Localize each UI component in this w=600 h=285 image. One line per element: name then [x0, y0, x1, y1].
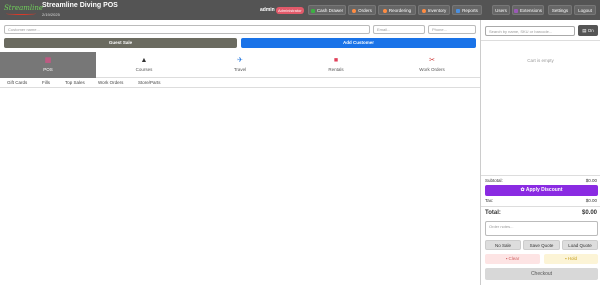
hold-label: Hold [567, 256, 578, 261]
category-tabs: ▦ POS ▲ Courses ✈ Travel ■ Rentals ✂ Wor… [0, 52, 480, 78]
logo: Streamline [4, 3, 43, 17]
settings-button[interactable]: Settings [548, 5, 572, 15]
orders-icon [352, 8, 357, 13]
tab-rentals[interactable]: ■ Rentals [288, 52, 384, 78]
subtab-top-sales[interactable]: Top Sales [65, 80, 85, 85]
divider [481, 206, 600, 207]
extensions-icon [513, 8, 518, 13]
cash-drawer-icon [310, 8, 315, 13]
apply-discount-button[interactable]: ✿ Apply Discount [485, 185, 598, 196]
top-header: Streamline Streamline Diving POS 2/19/20… [0, 0, 600, 20]
order-notes-input[interactable]: Order notes... [485, 221, 598, 236]
reports-icon [456, 8, 461, 13]
users-button[interactable]: Users [492, 5, 510, 15]
logo-text: Streamline [4, 4, 44, 12]
inventory-button[interactable]: Inventory [418, 5, 450, 15]
load-quote-button[interactable]: Load Quote [562, 240, 598, 250]
travel-icon: ✈ [237, 57, 243, 64]
clear-cart-button[interactable]: ▪ Clear [485, 254, 540, 264]
nav-label: Extensions [519, 8, 542, 13]
subtab-store-parts[interactable]: Store/Parts [138, 80, 161, 85]
customer-name-input[interactable]: Customer name... [4, 25, 370, 34]
add-customer-button[interactable]: Add Customer [241, 38, 476, 48]
courses-icon: ▲ [140, 57, 148, 64]
nav-label: Cash Drawer [316, 8, 344, 13]
clear-label: Clear [508, 256, 520, 261]
subtotal-label: Subtotal: [485, 178, 503, 183]
pos-icon: ▦ [44, 57, 52, 64]
tax-label: Tax: [485, 198, 494, 203]
logout-button[interactable]: Logout [574, 5, 596, 15]
nav-label: Orders [358, 8, 372, 13]
tax-value: $0.00 [585, 198, 597, 203]
cash-drawer-button[interactable]: Cash Drawer [308, 5, 346, 15]
current-date: 2/19/2025 [42, 12, 60, 17]
tab-courses[interactable]: ▲ Courses [96, 52, 192, 78]
hold-button[interactable]: ▪ Hold [544, 254, 598, 264]
nav-label: Users [495, 8, 507, 13]
nav-label: Reordering [388, 8, 412, 13]
sub-tabs: Gift Cards Fills Top Sales Work Orders S… [0, 78, 480, 88]
tab-travel[interactable]: ✈ Travel [192, 52, 288, 78]
rentals-icon: ■ [333, 57, 339, 64]
tab-work-orders[interactable]: ✂ Work Orders [384, 52, 480, 78]
subtab-fills[interactable]: Fills [42, 80, 50, 85]
extensions-button[interactable]: Extensions [512, 5, 544, 15]
reordering-icon [382, 8, 387, 13]
product-search-input[interactable]: Search by name, SKU or barcode... [485, 26, 575, 36]
cart-panel: Search by name, SKU or barcode... ▤ On C… [480, 20, 600, 285]
guest-sale-button[interactable]: Guest Sale [4, 38, 237, 48]
user-name: admin [260, 7, 275, 13]
divider [481, 40, 600, 41]
scan-toggle-button[interactable]: ▤ On [578, 25, 598, 36]
nav-label: Reports [462, 8, 478, 13]
reordering-button[interactable]: Reordering [378, 5, 416, 15]
tab-pos[interactable]: ▦ POS [0, 52, 96, 78]
phone-input[interactable]: Phone... [428, 25, 476, 34]
inventory-icon [421, 8, 426, 13]
role-badge: Administrator [276, 6, 304, 14]
tab-label: Travel [233, 67, 247, 72]
total-value: $0.00 [581, 210, 597, 216]
app-title: Streamline Diving POS [42, 2, 118, 9]
checkout-button[interactable]: Checkout [485, 268, 598, 280]
tab-label: Courses [135, 67, 153, 72]
tab-label: POS [43, 67, 53, 72]
subtotal-value: $0.00 [585, 178, 597, 183]
no-sale-button[interactable]: No Sale [485, 240, 521, 250]
nav-label: Settings [551, 8, 569, 13]
total-label: Total: [485, 210, 501, 216]
tab-label: Work Orders [419, 67, 445, 72]
save-quote-button[interactable]: Save Quote [523, 240, 560, 250]
scan-toggle-label: On [587, 28, 594, 33]
logo-swoosh [6, 12, 36, 15]
orders-button[interactable]: Orders [348, 5, 376, 15]
reports-button[interactable]: Reports [452, 5, 482, 15]
tab-label: Rentals [328, 67, 344, 72]
email-input[interactable]: Email... [373, 25, 425, 34]
subtab-work-orders[interactable]: Work Orders [98, 80, 123, 85]
cart-empty-message: Cart is empty [527, 58, 554, 63]
pos-app: Streamline Streamline Diving POS 2/19/20… [0, 0, 600, 285]
nav-label: Inventory [427, 8, 447, 13]
work-orders-icon: ✂ [429, 57, 435, 64]
subtab-gift-cards[interactable]: Gift Cards [7, 80, 27, 85]
apply-discount-label: Apply Discount [525, 187, 563, 193]
nav-label: Logout [578, 8, 592, 13]
divider [481, 175, 600, 176]
